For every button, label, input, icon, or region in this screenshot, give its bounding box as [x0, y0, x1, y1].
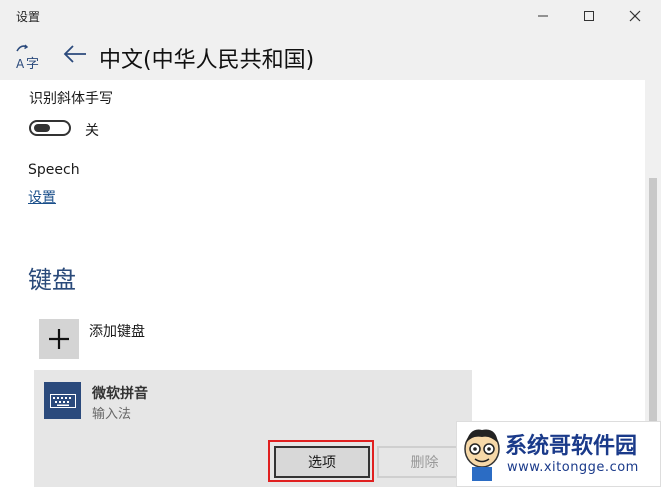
page-title: 中文(中华人民共和国)	[99, 48, 315, 73]
watermark-logo: 系统哥软件园 www.xitongge.com	[456, 421, 661, 487]
toggle-state-label: 关	[85, 123, 99, 139]
svg-text:A: A	[16, 57, 25, 71]
toggle-knob	[34, 124, 50, 132]
mascot-icon	[464, 429, 500, 481]
watermark-title: 系统哥软件园	[505, 434, 638, 459]
italic-handwriting-toggle[interactable]	[29, 120, 71, 136]
minimize-button[interactable]	[520, 0, 566, 32]
add-keyboard-button[interactable]	[39, 319, 79, 359]
plus-icon	[49, 329, 69, 349]
back-arrow-icon[interactable]	[62, 42, 88, 66]
keyboard-item-type: 输入法	[92, 407, 132, 422]
maximize-icon	[584, 11, 594, 21]
close-icon	[629, 10, 641, 22]
speech-label: Speech	[28, 162, 80, 178]
title-bar: 设置	[0, 0, 661, 32]
language-icon: A 字	[16, 44, 39, 71]
add-keyboard-label[interactable]: 添加键盘	[89, 321, 145, 341]
keyboard-icon	[44, 382, 81, 419]
watermark-url: www.xitongge.com	[507, 460, 639, 475]
close-button[interactable]	[612, 0, 658, 32]
keyboard-heading: 键盘	[28, 266, 76, 294]
svg-text:字: 字	[26, 57, 39, 71]
minimize-icon	[538, 15, 548, 17]
maximize-button[interactable]	[566, 0, 612, 32]
options-button[interactable]: 选项	[274, 446, 370, 478]
keyboard-item-name: 微软拼音	[92, 386, 148, 402]
page-header: A 字 中文(中华人民共和国)	[0, 32, 661, 80]
speech-settings-link[interactable]: 设置	[28, 187, 56, 207]
window-title: 设置	[16, 10, 41, 24]
handwriting-label: 识别斜体手写	[29, 91, 113, 107]
